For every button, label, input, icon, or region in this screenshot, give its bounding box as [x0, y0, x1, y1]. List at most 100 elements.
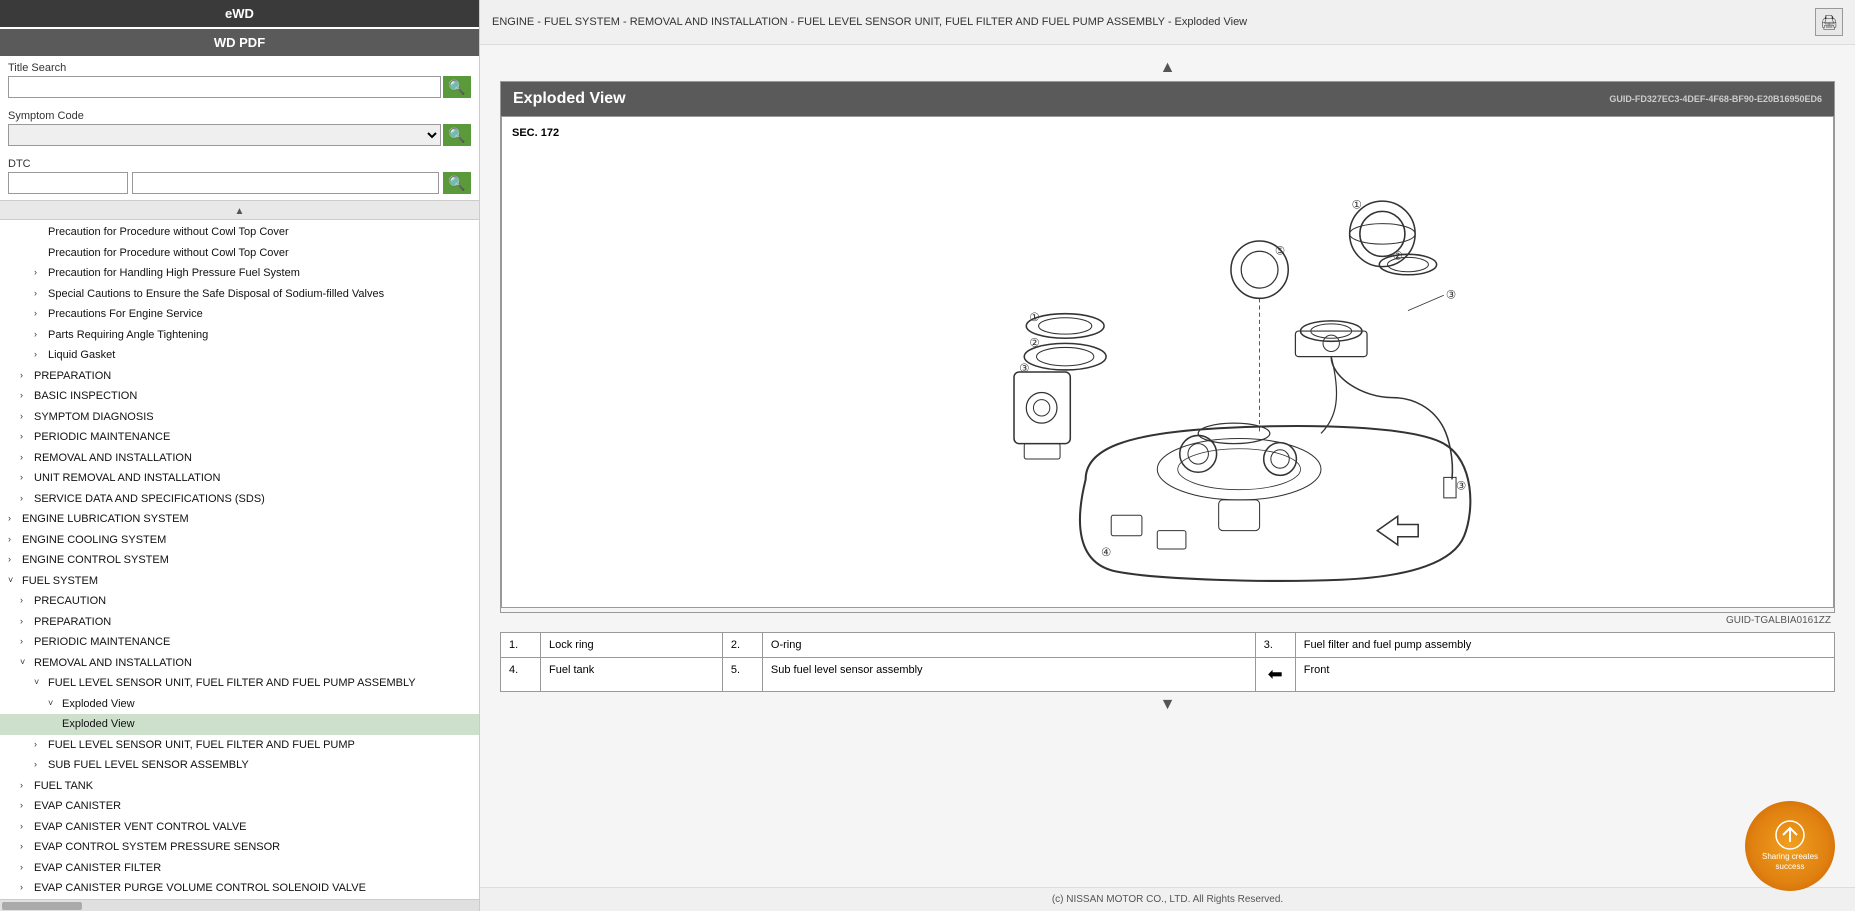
tree-item-t7[interactable]: ›Liquid Gasket [0, 345, 479, 366]
horizontal-scrollbar[interactable] [0, 899, 479, 911]
tree-arrow: ˅ [48, 697, 62, 711]
tree-item-t6[interactable]: ›Parts Requiring Angle Tightening [0, 325, 479, 346]
tree-item-t28[interactable]: ›FUEL TANK [0, 776, 479, 797]
direction-label: Front [1295, 658, 1834, 692]
tree-arrow: › [34, 266, 48, 280]
tree-item-t32[interactable]: ›EVAP CANISTER FILTER [0, 858, 479, 879]
dtc-search-button[interactable]: 🔍 [443, 172, 471, 194]
ewd-button[interactable]: eWD [0, 0, 479, 27]
tree-arrow: › [20, 451, 34, 465]
tree-item-label: FUEL LEVEL SENSOR UNIT, FUEL FILTER AND … [48, 675, 475, 692]
tree-item-t27[interactable]: ›SUB FUEL LEVEL SENSOR ASSEMBLY [0, 755, 479, 776]
direction-arrow-icon: ⬅ [1268, 664, 1283, 685]
collapse-icon: ▲ [235, 206, 245, 217]
tree-container: Precaution for Procedure without Cowl To… [0, 220, 479, 899]
tree-item-t3[interactable]: ›Precaution for Handling High Pressure F… [0, 263, 479, 284]
dtc-input2[interactable] [132, 172, 439, 194]
tree-item-t29[interactable]: ›EVAP CANISTER [0, 796, 479, 817]
tree-item-t10[interactable]: ›SYMPTOM DIAGNOSIS [0, 407, 479, 428]
tree-item-t17[interactable]: ›ENGINE CONTROL SYSTEM [0, 550, 479, 571]
title-search-label: Title Search [8, 62, 471, 74]
tree-item-t5[interactable]: ›Precautions For Engine Service [0, 304, 479, 325]
tree-item-label: Precaution for Handling High Pressure Fu… [48, 265, 475, 282]
svg-text:③: ③ [1446, 289, 1456, 301]
tree-item-t22[interactable]: ˅REMOVAL AND INSTALLATION [0, 653, 479, 674]
tree-arrow: › [34, 307, 48, 321]
tree-item-t33[interactable]: ›EVAP CANISTER PURGE VOLUME CONTROL SOLE… [0, 878, 479, 899]
left-panel: eWD WD PDF Title Search 🔍 Symptom Code 🔍… [0, 0, 480, 911]
tree-arrow: › [20, 881, 34, 895]
svg-text:①: ① [1029, 312, 1039, 324]
dtc-label: DTC [8, 158, 471, 170]
table-row: 1. Lock ring 2. O-ring 3. Fuel filter an… [501, 633, 1835, 658]
part-name-1: Lock ring [541, 633, 723, 658]
scrollbar-thumb[interactable] [2, 902, 82, 910]
part-num-4: 4. [501, 658, 541, 692]
tree-item-t2[interactable]: Precaution for Procedure without Cowl To… [0, 243, 479, 264]
tree-arrow: › [20, 615, 34, 629]
tree-item-t8[interactable]: ›PREPARATION [0, 366, 479, 387]
tree-arrow: › [20, 635, 34, 649]
tree-item-t21[interactable]: ›PERIODIC MAINTENANCE [0, 632, 479, 653]
part-num-3: 3. [1255, 633, 1295, 658]
svg-text:②: ② [1029, 337, 1039, 349]
tree-item-t4[interactable]: ›Special Cautions to Ensure the Safe Dis… [0, 284, 479, 305]
tree-item-t11[interactable]: ›PERIODIC MAINTENANCE [0, 427, 479, 448]
symptom-search-button[interactable]: 🔍 [443, 124, 471, 146]
tree-item-label: EVAP CANISTER FILTER [34, 860, 475, 877]
tree-item-label: SERVICE DATA AND SPECIFICATIONS (SDS) [34, 491, 475, 508]
print-button[interactable]: 🖨 [1815, 8, 1843, 36]
tree-item-t9[interactable]: ›BASIC INSPECTION [0, 386, 479, 407]
symptom-code-label: Symptom Code [8, 110, 471, 122]
nav-up-button[interactable]: ▲ [500, 55, 1835, 81]
diagram-container: SEC. 172 ① ② [501, 116, 1834, 608]
title-search-section: Title Search 🔍 [0, 56, 479, 104]
tree-arrow: ˅ [20, 656, 34, 670]
dtc-input1[interactable] [8, 172, 128, 194]
title-search-button[interactable]: 🔍 [443, 76, 471, 98]
tree-item-label: Special Cautions to Ensure the Safe Disp… [48, 286, 475, 303]
section-guid: GUID-FD327EC3-4DEF-4F68-BF90-E20B16950ED… [1609, 94, 1822, 104]
tree-item-t30[interactable]: ›EVAP CANISTER VENT CONTROL VALVE [0, 817, 479, 838]
tree-item-t16[interactable]: ›ENGINE COOLING SYSTEM [0, 530, 479, 551]
svg-text:④: ④ [1101, 547, 1111, 559]
tree-item-t1[interactable]: Precaution for Procedure without Cowl To… [0, 222, 479, 243]
tree-arrow: › [34, 287, 48, 301]
symptom-code-select[interactable] [8, 124, 441, 146]
svg-text:①: ① [1352, 199, 1362, 211]
tree-arrow: › [8, 553, 22, 567]
tree-arrow: › [20, 594, 34, 608]
tree-item-t24[interactable]: ˅Exploded View [0, 694, 479, 715]
tree-arrow: › [20, 389, 34, 403]
tree-arrow: › [20, 430, 34, 444]
tree-arrow: › [20, 820, 34, 834]
tree-item-t15[interactable]: ›ENGINE LUBRICATION SYSTEM [0, 509, 479, 530]
up-icon: ▲ [1160, 59, 1176, 76]
part-name-3: Fuel filter and fuel pump assembly [1295, 633, 1834, 658]
right-panel: ENGINE - FUEL SYSTEM - REMOVAL AND INSTA… [480, 0, 1855, 911]
wd-pdf-button[interactable]: WD PDF [0, 29, 479, 56]
tree-item-t19[interactable]: ›PRECAUTION [0, 591, 479, 612]
tree-arrow: › [34, 348, 48, 362]
tree-item-t26[interactable]: ›FUEL LEVEL SENSOR UNIT, FUEL FILTER AND… [0, 735, 479, 756]
title-search-input[interactable] [8, 76, 441, 98]
tree-item-t14[interactable]: ›SERVICE DATA AND SPECIFICATIONS (SDS) [0, 489, 479, 510]
tree-arrow: › [20, 799, 34, 813]
collapse-bar[interactable]: ▲ [0, 200, 479, 220]
tree-item-label: ENGINE LUBRICATION SYSTEM [22, 511, 475, 528]
tree-item-t20[interactable]: ›PREPARATION [0, 612, 479, 633]
tree-item-t18[interactable]: ˅FUEL SYSTEM [0, 571, 479, 592]
tree-arrow: › [20, 369, 34, 383]
tree-item-label: EVAP CANISTER VENT CONTROL VALVE [34, 819, 475, 836]
tree-item-t12[interactable]: ›REMOVAL AND INSTALLATION [0, 448, 479, 469]
tree-arrow: › [20, 861, 34, 875]
nav-down-button[interactable]: ▼ [500, 692, 1835, 718]
tree-item-t13[interactable]: ›UNIT REMOVAL AND INSTALLATION [0, 468, 479, 489]
arrow-cell: ⬅ [1255, 658, 1295, 692]
tree-item-t23[interactable]: ˅FUEL LEVEL SENSOR UNIT, FUEL FILTER AND… [0, 673, 479, 694]
diagram-guid: GUID-TGALBIA0161ZZ [500, 613, 1835, 628]
tree-item-label: Precaution for Procedure without Cowl To… [48, 245, 475, 262]
tree-item-t31[interactable]: ›EVAP CONTROL SYSTEM PRESSURE SENSOR [0, 837, 479, 858]
diagram-label: SEC. 172 [512, 127, 1823, 139]
tree-item-t25[interactable]: Exploded View [0, 714, 479, 735]
